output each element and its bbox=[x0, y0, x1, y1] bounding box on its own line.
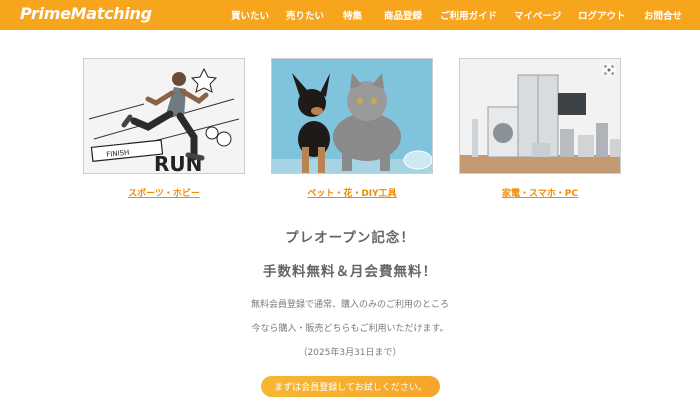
category-card-appliances: 家電・スマホ・PC bbox=[459, 58, 621, 199]
nav-item-buy[interactable]: 買いたい bbox=[231, 8, 269, 22]
site-logo[interactable]: PrimeMatching bbox=[20, 4, 152, 23]
nav-item-guide[interactable]: ご利用ガイド bbox=[440, 8, 497, 22]
pets-image[interactable] bbox=[271, 58, 433, 174]
promo-title: プレオープン記念！ bbox=[285, 230, 415, 246]
site-header: PrimeMatching 買いたい 売りたい 特集 商品登録 ご利用ガイド マ… bbox=[0, 0, 700, 30]
promo-subtitle: 手数料無料＆月会費無料！ bbox=[263, 264, 437, 280]
sports-image[interactable]: FINISH RUN bbox=[83, 58, 245, 174]
category-link-pets[interactable]: ペット・花・DIY工具 bbox=[271, 186, 433, 199]
appliances-image[interactable] bbox=[459, 58, 621, 174]
nav-item-contact[interactable]: お問合せ bbox=[644, 8, 682, 22]
promo-section: プレオープン記念！ 手数料無料＆月会費無料！ 無料会員登録で通常、購入のみのご利… bbox=[0, 226, 700, 358]
nav-item-features[interactable]: 特集 bbox=[343, 8, 362, 22]
register-cta-button[interactable]: まずは会員登録してお試しください。 bbox=[261, 376, 440, 397]
promo-text-line2: 今なら購入・販売どちらもご利用いただけます。 bbox=[251, 324, 449, 334]
nav-item-mypage[interactable]: マイページ bbox=[514, 8, 561, 22]
category-grid: FINISH RUN スポーツ・ホビー ペット・花・DIY工具 家電・スマホ・P… bbox=[0, 58, 700, 203]
nav-item-sell[interactable]: 売りたい bbox=[286, 8, 324, 22]
promo-text-line1: 無料会員登録で通常、購入のみのご利用のところ bbox=[250, 300, 449, 310]
category-link-sports[interactable]: スポーツ・ホビー bbox=[83, 186, 245, 199]
nav-item-logout[interactable]: ログアウト bbox=[578, 8, 626, 22]
category-card-sports: FINISH RUN スポーツ・ホビー bbox=[83, 58, 245, 199]
scan-icon[interactable] bbox=[602, 63, 616, 77]
promo-text-deadline: （2025年3月31日まで） bbox=[298, 348, 402, 358]
category-link-appliances[interactable]: 家電・スマホ・PC bbox=[459, 186, 621, 199]
category-card-pets: ペット・花・DIY工具 bbox=[271, 58, 433, 199]
nav-item-list-product[interactable]: 商品登録 bbox=[384, 8, 422, 22]
